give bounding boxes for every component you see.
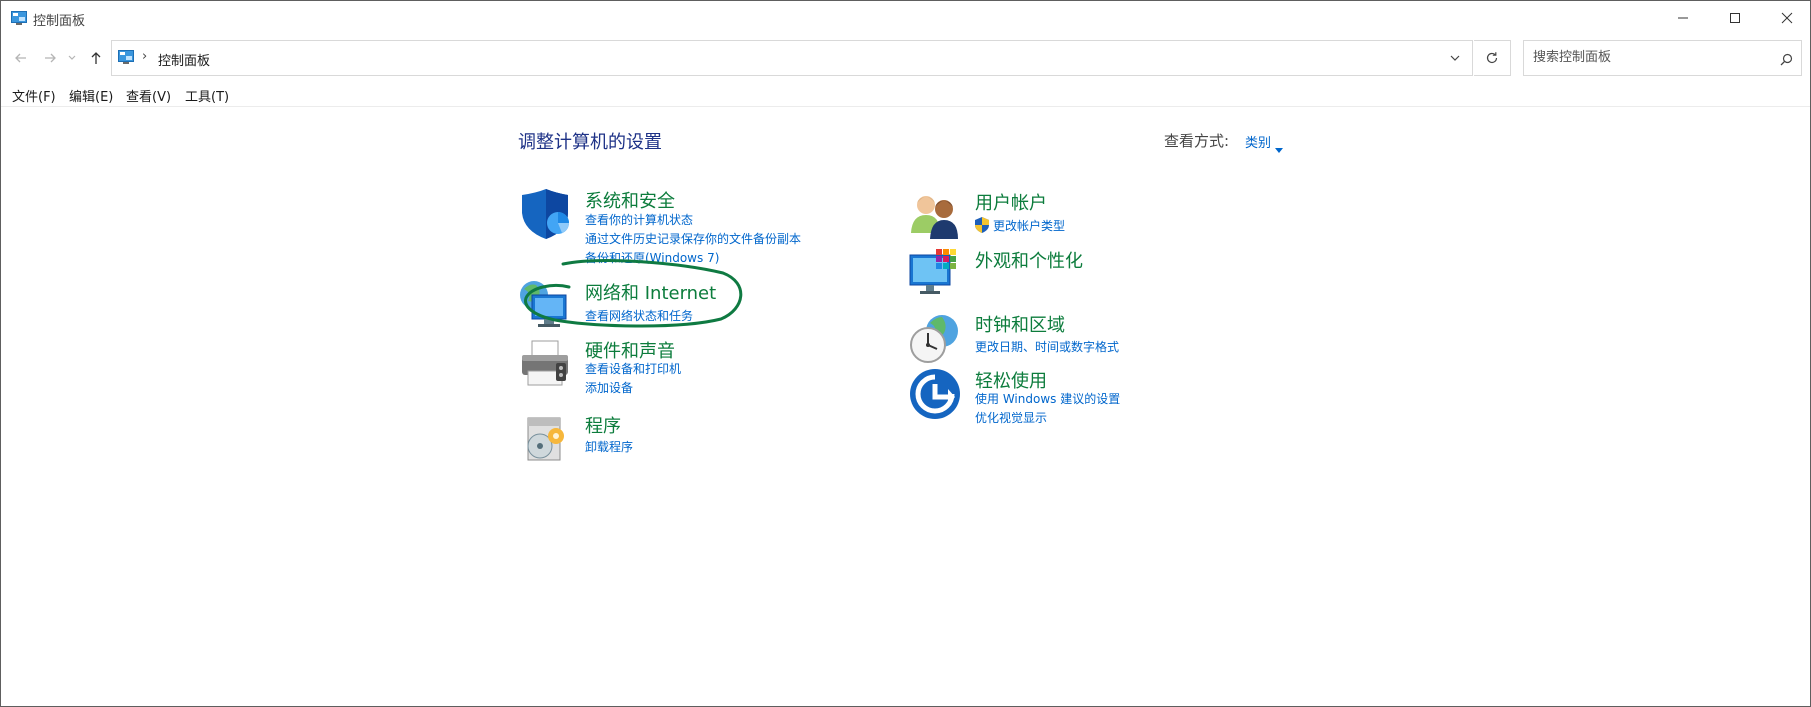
arrow-up-icon <box>91 52 101 64</box>
close-button[interactable] <box>1761 1 1810 35</box>
control-panel-icon <box>118 49 134 68</box>
link-view-computer-status[interactable]: 查看你的计算机状态 <box>585 211 693 228</box>
breadcrumb-separator[interactable]: › <box>142 49 147 64</box>
link-change-account-type[interactable]: 更改帐户类型 <box>993 217 1065 234</box>
recent-locations-button[interactable] <box>65 47 79 69</box>
address-bar[interactable]: › 控制面板 <box>111 40 1473 76</box>
category-title[interactable]: 网络和 Internet <box>585 279 716 305</box>
caret-down-icon[interactable] <box>1275 138 1283 157</box>
clock-globe-icon[interactable] <box>908 311 962 365</box>
address-dropdown-button[interactable] <box>1440 41 1470 75</box>
category-title[interactable]: 系统和安全 <box>585 187 675 213</box>
up-button[interactable] <box>85 47 107 69</box>
link-change-date-time-format[interactable]: 更改日期、时间或数字格式 <box>975 338 1119 355</box>
forward-button[interactable] <box>39 47 61 69</box>
category-title[interactable]: 时钟和区域 <box>975 311 1065 337</box>
menu-view[interactable]: 查看(V) <box>126 86 171 105</box>
minimize-button[interactable] <box>1657 1 1709 35</box>
link-backup-restore[interactable]: 备份和还原(Windows 7) <box>585 249 719 266</box>
navigation-bar: › 控制面板 <box>1 39 1810 77</box>
menu-divider <box>1 106 1810 107</box>
users-icon[interactable] <box>908 189 962 243</box>
refresh-icon <box>1486 52 1498 64</box>
link-windows-recommended-settings[interactable]: 使用 Windows 建议的设置 <box>975 390 1120 407</box>
link-optimize-visual-display[interactable]: 优化视觉显示 <box>975 409 1047 426</box>
back-button[interactable] <box>10 47 32 69</box>
control-panel-window: 控制面板 › 控制面板 搜索控制面板 文件(F) 编辑(E) 查看(V) 工具(… <box>0 0 1811 707</box>
shield-uac-icon <box>975 217 989 236</box>
minimize-icon <box>1678 17 1688 19</box>
shield-icon[interactable] <box>518 187 572 241</box>
view-by-dropdown[interactable]: 类别 <box>1245 132 1271 151</box>
chevron-down-icon <box>68 55 76 60</box>
printer-icon[interactable] <box>518 337 572 391</box>
menu-edit[interactable]: 编辑(E) <box>69 86 113 105</box>
arrow-left-icon <box>15 53 26 63</box>
programs-disc-icon[interactable] <box>518 412 572 466</box>
search-input[interactable] <box>1524 41 1763 73</box>
link-devices-printers[interactable]: 查看设备和打印机 <box>585 360 681 377</box>
close-icon <box>1781 12 1793 24</box>
menu-bar: 文件(F) 编辑(E) 查看(V) 工具(T) <box>1 83 1810 105</box>
title-bar: 控制面板 <box>1 1 1810 35</box>
menu-tools[interactable]: 工具(T) <box>185 86 229 105</box>
menu-file[interactable]: 文件(F) <box>12 86 56 105</box>
link-file-history-backup[interactable]: 通过文件历史记录保存你的文件备份副本 <box>585 230 801 247</box>
breadcrumb-item[interactable]: 控制面板 <box>158 50 210 69</box>
link-add-device[interactable]: 添加设备 <box>585 379 633 396</box>
network-globe-icon[interactable] <box>518 279 572 333</box>
link-uninstall-program[interactable]: 卸载程序 <box>585 438 633 455</box>
search-box[interactable] <box>1523 40 1802 76</box>
maximize-button[interactable] <box>1709 1 1761 35</box>
control-panel-icon <box>11 10 27 29</box>
window-title: 控制面板 <box>33 14 86 29</box>
maximize-icon <box>1730 13 1740 23</box>
page-title: 调整计算机的设置 <box>518 132 662 153</box>
category-title[interactable]: 用户帐户 <box>975 189 1047 215</box>
ease-of-access-icon[interactable] <box>908 367 962 421</box>
monitor-icon[interactable] <box>908 247 962 301</box>
category-title[interactable]: 程序 <box>585 412 621 438</box>
search-icon[interactable] <box>1780 51 1793 70</box>
arrow-right-icon <box>45 53 56 63</box>
chevron-down-icon <box>1450 55 1460 61</box>
link-network-status[interactable]: 查看网络状态和任务 <box>585 307 693 324</box>
view-by-label: 查看方式: <box>1164 132 1230 150</box>
category-title[interactable]: 外观和个性化 <box>975 247 1083 273</box>
refresh-button[interactable] <box>1474 40 1511 76</box>
